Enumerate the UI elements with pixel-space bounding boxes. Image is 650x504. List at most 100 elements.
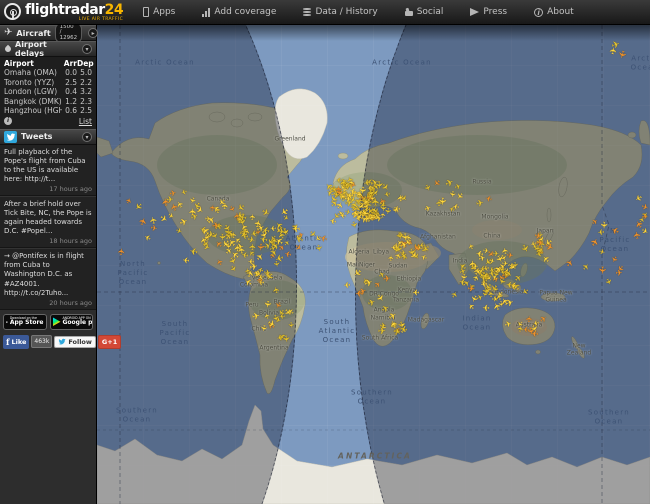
- nav-item-about[interactable]: i About: [534, 7, 574, 17]
- nav-item-apps[interactable]: Apps: [143, 7, 175, 17]
- aircraft-icon[interactable]: ✈: [150, 223, 158, 232]
- aircraft-icon[interactable]: ✈: [580, 262, 591, 273]
- aircraft-icon[interactable]: ✈: [189, 208, 199, 217]
- airport-delay-row[interactable]: Toronto (YYZ)2.52.2: [4, 78, 92, 88]
- nav-item-social[interactable]: Social: [405, 7, 444, 17]
- aircraft-icon[interactable]: ✈: [351, 266, 363, 278]
- aircraft-icon[interactable]: ✈: [611, 223, 621, 234]
- aircraft-icon[interactable]: ✈: [344, 281, 351, 290]
- aircraft-icon[interactable]: ✈: [228, 264, 238, 274]
- map-pin-icon: [4, 45, 12, 53]
- aircraft-icon[interactable]: ✈: [283, 249, 292, 259]
- aircraft-icon[interactable]: ✈: [118, 247, 128, 256]
- aircraft-icon[interactable]: ✈: [615, 49, 627, 60]
- aircraft-icon[interactable]: ✈: [450, 290, 460, 299]
- aircraft-icon[interactable]: ✈: [314, 244, 323, 252]
- aircraft-icon[interactable]: ✈: [394, 205, 402, 214]
- aircraft-icon[interactable]: ✈: [517, 243, 529, 255]
- aircraft-icon[interactable]: ✈: [448, 204, 457, 213]
- nav-item-add-coverage[interactable]: Add coverage: [202, 7, 276, 17]
- aircraft-icon[interactable]: ✈: [364, 188, 375, 198]
- aircraft-icon[interactable]: ✈: [412, 287, 419, 296]
- aircraft-icon[interactable]: ✈: [379, 322, 386, 330]
- aircraft-icon[interactable]: ✈: [603, 277, 613, 286]
- aircraft-icon[interactable]: ✈: [565, 259, 577, 270]
- chevron-down-icon[interactable]: ▾: [82, 44, 92, 54]
- aircraft-icon[interactable]: ✈: [253, 269, 260, 278]
- flightradar24-logo[interactable]: flightradar24 LIVE AIR TRAFFIC: [0, 1, 129, 23]
- aircraft-icon[interactable]: ✈: [475, 247, 484, 257]
- aircraft-icon[interactable]: ✈: [295, 232, 306, 244]
- aircraft-icon[interactable]: ✈: [348, 220, 358, 229]
- tweet-item[interactable]: After a brief hold over Tick Bite, NC, t…: [0, 196, 96, 248]
- aircraft-icon[interactable]: ✈: [422, 183, 432, 192]
- aircraft-icon[interactable]: ✈: [598, 248, 606, 257]
- nav-item-data-history[interactable]: Data / History: [303, 7, 377, 17]
- aircraft-icon[interactable]: ✈: [475, 198, 484, 209]
- tweets-panel-header[interactable]: Tweets ▾: [0, 129, 96, 145]
- app-store-badge[interactable]: Download on the App Store: [3, 314, 47, 330]
- aircraft-icon[interactable]: ✈: [503, 319, 512, 329]
- aircraft-icon[interactable]: ✈: [524, 315, 533, 322]
- aircraft-icon[interactable]: ✈: [215, 258, 225, 267]
- aircraft-icon[interactable]: ✈: [189, 244, 199, 255]
- aircraft-icon[interactable]: ✈: [251, 311, 261, 322]
- aircraft-panel-header[interactable]: ✈ Aircraft 1500 / 12962 ▸: [0, 25, 96, 41]
- aircraft-icon[interactable]: ✈: [419, 241, 426, 249]
- aircraft-icon[interactable]: ✈: [180, 188, 188, 197]
- aircraft-icon[interactable]: ✈: [358, 288, 368, 299]
- chevron-down-icon[interactable]: ▾: [82, 132, 92, 142]
- aircraft-icon[interactable]: ✈: [132, 200, 144, 212]
- tweet-item[interactable]: → @Pontifex is in flight from Cuba to Wa…: [0, 248, 96, 309]
- aircraft-icon[interactable]: ✈: [597, 228, 605, 237]
- tweet-item[interactable]: Full playback of the Pope's flight from …: [0, 145, 96, 196]
- google-play-badge[interactable]: ANDROID APP ON Google play: [50, 314, 94, 330]
- aircraft-icon[interactable]: ✈: [633, 230, 644, 239]
- aircraft-icon[interactable]: ✈: [595, 266, 605, 275]
- aircraft-icon[interactable]: ✈: [432, 178, 443, 189]
- aircraft-icon[interactable]: ✈: [162, 197, 173, 207]
- world-map[interactable]: Arctic OceanArctic OceanArctic OceanNort…: [97, 25, 650, 504]
- aircraft-icon[interactable]: ✈: [485, 193, 493, 202]
- info-icon[interactable]: i: [4, 117, 12, 125]
- aircraft-icon[interactable]: ✈: [260, 208, 271, 220]
- aircraft-icon[interactable]: ✈: [292, 222, 301, 232]
- aircraft-icon[interactable]: ✈: [288, 322, 295, 328]
- aircraft-icon[interactable]: ✈: [334, 188, 344, 197]
- aircraft-icon[interactable]: ✈: [373, 280, 383, 290]
- aircraft-icon[interactable]: ✈: [632, 191, 642, 202]
- aircraft-icon[interactable]: ✈: [640, 202, 649, 212]
- aircraft-icon[interactable]: ✈: [424, 204, 433, 213]
- aircraft-icon[interactable]: ✈: [435, 196, 446, 205]
- twitter-follow-button[interactable]: Follow: [54, 336, 96, 348]
- google-plus-one-button[interactable]: G+1: [98, 335, 121, 349]
- aircraft-icon[interactable]: ✈: [143, 232, 152, 242]
- aircraft-icon[interactable]: ✈: [258, 324, 267, 332]
- airport-delay-row[interactable]: Hangzhou (HGH)0.62.5: [4, 106, 92, 116]
- aircraft-icon[interactable]: ✈: [372, 197, 382, 205]
- aircraft-icon[interactable]: ✈: [467, 241, 476, 249]
- airport-delay-row[interactable]: Bangkok (DMK)1.22.3: [4, 97, 92, 107]
- aircraft-icon[interactable]: ✈: [182, 256, 190, 265]
- list-link[interactable]: List: [79, 117, 92, 126]
- aircraft-icon[interactable]: ✈: [339, 211, 346, 219]
- aircraft-icon[interactable]: ✈: [346, 189, 354, 198]
- aircraft-icon[interactable]: ✈: [615, 268, 623, 277]
- chevron-right-icon[interactable]: ▸: [88, 28, 98, 38]
- airport-delays-panel-header[interactable]: Airport delays ▾: [0, 41, 96, 57]
- aircraft-icon[interactable]: ✈: [261, 300, 271, 309]
- aircraft-icon[interactable]: ✈: [493, 250, 500, 258]
- facebook-like-button[interactable]: f Like: [3, 335, 29, 349]
- nav-item-press[interactable]: Press: [470, 7, 507, 17]
- aircraft-icon[interactable]: ✈: [255, 252, 267, 263]
- aircraft-icon[interactable]: ✈: [400, 324, 408, 333]
- aircraft-icon[interactable]: ✈: [539, 314, 550, 325]
- aircraft-icon[interactable]: ✈: [383, 276, 391, 286]
- aircraft-icon[interactable]: ✈: [175, 226, 183, 235]
- airport-delay-row[interactable]: London (LGW)0.43.2: [4, 87, 92, 97]
- aircraft-icon[interactable]: ✈: [420, 253, 428, 262]
- airport-delay-row[interactable]: Omaha (OMA)0.05.0: [4, 68, 92, 78]
- aircraft-icon[interactable]: ✈: [491, 285, 500, 293]
- aircraft-icon[interactable]: ✈: [482, 302, 490, 311]
- aircraft-icon[interactable]: ✈: [271, 286, 280, 294]
